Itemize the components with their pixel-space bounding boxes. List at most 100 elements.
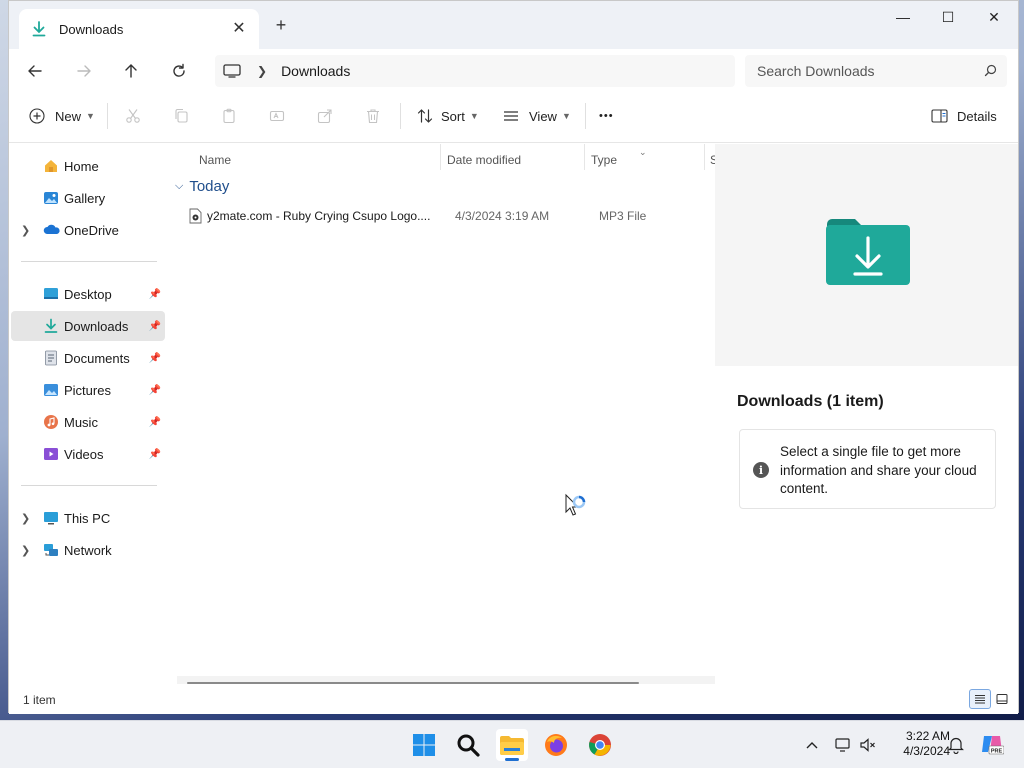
chrome-taskbar-button[interactable] bbox=[584, 729, 616, 761]
sidebar-item-label: Network bbox=[64, 542, 112, 558]
sidebar-item-desktop[interactable]: Desktop 📌 bbox=[11, 279, 165, 309]
forward-arrow-icon bbox=[77, 65, 91, 77]
rename-button[interactable] bbox=[269, 103, 285, 129]
sidebar-item-pictures[interactable]: Pictures 📌 bbox=[11, 375, 165, 405]
divider bbox=[400, 103, 401, 129]
column-header-date[interactable]: Date modified bbox=[447, 148, 521, 172]
search-icon bbox=[984, 64, 997, 77]
chevron-right-icon: ❯ bbox=[257, 64, 268, 78]
breadcrumb-downloads[interactable]: Downloads bbox=[281, 63, 350, 79]
sidebar-item-network[interactable]: ❯ Network bbox=[11, 535, 165, 565]
sidebar-item-label: OneDrive bbox=[64, 222, 119, 238]
back-button[interactable] bbox=[21, 57, 49, 85]
maximize-button[interactable]: ☐ bbox=[925, 5, 971, 29]
chevron-down-icon: ⌵ bbox=[175, 180, 184, 192]
pin-icon[interactable]: 📌 bbox=[149, 417, 161, 428]
title-bar: Downloads ✕ + — ☐ ✕ bbox=[9, 1, 1018, 49]
sidebar-item-this-pc[interactable]: ❯ This PC bbox=[11, 503, 165, 533]
windows-logo-icon bbox=[413, 734, 435, 756]
tab-downloads[interactable]: Downloads ✕ bbox=[19, 9, 259, 49]
tab-close-button[interactable]: ✕ bbox=[229, 18, 249, 38]
pictures-icon bbox=[43, 382, 59, 398]
chrome-icon bbox=[589, 734, 611, 756]
new-tab-button[interactable]: + bbox=[271, 15, 291, 35]
show-hidden-icons-button[interactable] bbox=[802, 735, 822, 755]
sidebar-item-label: Pictures bbox=[64, 382, 111, 398]
this-pc-icon bbox=[43, 510, 59, 526]
close-button[interactable]: ✕ bbox=[971, 5, 1017, 29]
firefox-icon bbox=[545, 734, 567, 756]
copy-button[interactable] bbox=[173, 103, 189, 129]
pin-icon[interactable]: 📌 bbox=[149, 353, 161, 364]
pin-icon[interactable]: 📌 bbox=[149, 385, 161, 396]
pin-icon[interactable]: 📌 bbox=[149, 321, 161, 332]
more-options-button[interactable]: ••• bbox=[599, 103, 614, 129]
file-explorer-window: Downloads ✕ + — ☐ ✕ ❯ Downloads Search D… bbox=[8, 0, 1019, 714]
volume-button[interactable] bbox=[858, 735, 878, 755]
sidebar-item-documents[interactable]: Documents 📌 bbox=[11, 343, 165, 373]
pin-icon[interactable]: 📌 bbox=[149, 289, 161, 300]
details-view-button[interactable] bbox=[969, 689, 991, 709]
column-divider[interactable] bbox=[440, 144, 441, 170]
downloads-icon bbox=[43, 318, 59, 334]
sidebar-item-downloads[interactable]: Downloads 📌 bbox=[11, 311, 165, 341]
audio-file-icon bbox=[189, 208, 202, 224]
details-pane-button[interactable]: Details bbox=[931, 103, 997, 129]
up-button[interactable] bbox=[117, 57, 145, 85]
info-card: i Select a single file to get more infor… bbox=[739, 429, 996, 509]
minimize-button[interactable]: — bbox=[880, 5, 926, 29]
file-explorer-taskbar-button[interactable] bbox=[496, 729, 528, 761]
column-header-name[interactable]: Name bbox=[199, 148, 231, 172]
start-button[interactable] bbox=[408, 729, 440, 761]
command-bar: New ▼ Sort ▼ View ▼ ••• Details bbox=[9, 89, 1018, 143]
copilot-button[interactable]: PRE bbox=[980, 732, 1004, 756]
table-row[interactable]: y2mate.com - Ruby Crying Csupo Logo.... … bbox=[189, 204, 709, 228]
search-input[interactable] bbox=[757, 63, 967, 79]
network-status-button[interactable] bbox=[834, 735, 854, 755]
refresh-button[interactable] bbox=[165, 57, 193, 85]
tab-title: Downloads bbox=[59, 21, 124, 37]
sidebar-item-gallery[interactable]: Gallery bbox=[11, 183, 165, 213]
chevron-right-icon[interactable]: ❯ bbox=[21, 512, 30, 525]
info-text: Select a single file to get more informa… bbox=[780, 444, 977, 496]
active-app-indicator bbox=[505, 758, 519, 761]
forward-button[interactable] bbox=[70, 57, 98, 85]
firefox-taskbar-button[interactable] bbox=[540, 729, 572, 761]
paste-button[interactable] bbox=[221, 103, 237, 129]
search-box[interactable] bbox=[745, 55, 1007, 87]
details-pane-icon bbox=[931, 109, 948, 123]
view-label: View bbox=[529, 108, 557, 124]
column-header-type[interactable]: Type bbox=[591, 148, 617, 172]
sidebar-item-music[interactable]: Music 📌 bbox=[11, 407, 165, 437]
sidebar-item-home[interactable]: Home bbox=[11, 151, 165, 181]
sidebar-item-label: This PC bbox=[64, 510, 111, 526]
new-button[interactable]: New ▼ bbox=[29, 103, 95, 129]
folder-preview bbox=[715, 144, 1018, 366]
pin-icon[interactable]: 📌 bbox=[149, 449, 161, 460]
view-button[interactable]: View ▼ bbox=[503, 103, 571, 129]
tiles-view-button[interactable] bbox=[991, 689, 1013, 709]
chevron-right-icon[interactable]: ❯ bbox=[21, 544, 30, 557]
column-divider[interactable] bbox=[704, 144, 705, 170]
column-divider[interactable] bbox=[584, 144, 585, 170]
sidebar-item-onedrive[interactable]: ❯ OneDrive bbox=[11, 215, 165, 245]
share-button[interactable] bbox=[317, 103, 333, 129]
sort-button[interactable]: Sort ▼ bbox=[417, 103, 479, 129]
group-header-today[interactable]: ⌵ Today bbox=[175, 178, 229, 195]
scissors-icon bbox=[126, 109, 140, 123]
search-taskbar-button[interactable] bbox=[452, 729, 484, 761]
volume-muted-icon bbox=[860, 738, 875, 752]
notifications-button[interactable] bbox=[946, 735, 966, 755]
sidebar-item-videos[interactable]: Videos 📌 bbox=[11, 439, 165, 469]
breadcrumb[interactable]: ❯ Downloads bbox=[215, 55, 735, 87]
download-arrow-icon bbox=[31, 21, 47, 37]
group-label: Today bbox=[189, 178, 230, 195]
cut-button[interactable] bbox=[125, 103, 141, 129]
desktop-icon bbox=[43, 286, 59, 302]
folder-icon bbox=[500, 736, 524, 755]
delete-button[interactable] bbox=[365, 103, 381, 129]
status-bar: 1 item bbox=[9, 684, 1018, 714]
chevron-right-icon[interactable]: ❯ bbox=[21, 224, 30, 237]
clock[interactable]: 3:22 AM 4/3/2024 bbox=[878, 729, 950, 759]
tiles-view-icon bbox=[996, 694, 1008, 704]
